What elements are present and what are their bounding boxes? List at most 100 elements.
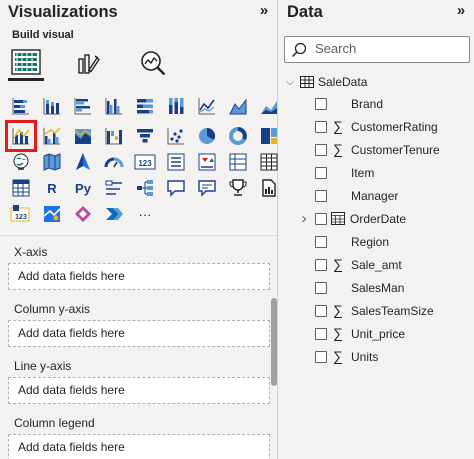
ribbon-chart-icon[interactable] xyxy=(71,124,95,148)
arcgis-map-icon[interactable] xyxy=(40,202,64,226)
metrics-card-icon[interactable]: 123 xyxy=(9,202,33,226)
power-apps-icon[interactable] xyxy=(71,202,95,226)
field-checkbox[interactable] xyxy=(315,121,327,133)
field-row-orderdate[interactable]: › OrderDate xyxy=(278,209,468,229)
well-label-x-axis: X-axis xyxy=(14,245,48,259)
field-checkbox[interactable] xyxy=(315,328,327,340)
format-visual-icon[interactable] xyxy=(70,45,106,81)
line-and-clustered-column-chart-icon[interactable] xyxy=(40,124,64,148)
field-checkbox[interactable] xyxy=(315,144,327,156)
field-row-customerrating[interactable]: ∑ CustomerRating xyxy=(278,117,468,137)
more-visuals-icon[interactable]: ··· xyxy=(133,202,157,226)
column-y-axis-drop-zone[interactable]: Add data fields here xyxy=(8,320,270,347)
r-script-visual-icon[interactable]: R xyxy=(40,176,64,200)
sigma-icon: ∑ xyxy=(333,256,343,272)
field-row-units[interactable]: ∑ Units xyxy=(278,347,468,367)
donut-chart-icon[interactable] xyxy=(226,124,250,148)
search-icon xyxy=(291,42,307,58)
azure-map-icon[interactable] xyxy=(71,150,95,174)
field-row-manager[interactable]: Manager xyxy=(278,186,468,206)
build-visual-label: Build visual xyxy=(12,29,74,41)
field-checkbox[interactable] xyxy=(315,282,327,294)
decomposition-tree-icon[interactable] xyxy=(133,176,157,200)
python-visual-icon[interactable]: Py xyxy=(71,176,95,200)
analytics-icon[interactable] xyxy=(135,45,171,81)
well-label-column-legend: Column legend xyxy=(14,416,95,430)
collapse-data-pane-button[interactable]: » xyxy=(453,2,469,20)
slicer-icon[interactable] xyxy=(226,150,250,174)
field-name: SalesTeamSize xyxy=(351,304,434,318)
multi-row-card-icon[interactable] xyxy=(164,150,188,174)
data-pane: Data » Search ⌵ SaleData Brand ∑ CustomerR… xyxy=(278,0,474,459)
power-automate-icon[interactable] xyxy=(102,202,126,226)
field-checkbox[interactable] xyxy=(315,236,327,248)
clustered-bar-chart-icon[interactable] xyxy=(71,94,95,118)
field-name: SalesMan xyxy=(351,281,405,295)
calendar-hierarchy-icon xyxy=(331,212,345,225)
visual-mode-tabs xyxy=(8,45,272,83)
field-name: Manager xyxy=(351,189,399,203)
field-name: CustomerRating xyxy=(351,120,438,134)
column-legend-drop-zone[interactable]: Add data fields here xyxy=(8,434,270,459)
line-and-stacked-column-chart-icon[interactable] xyxy=(5,120,37,152)
field-row-salesteamsize[interactable]: ∑ SalesTeamSize xyxy=(278,301,468,321)
clustered-column-chart-icon[interactable] xyxy=(102,94,126,118)
field-row-salesman[interactable]: SalesMan xyxy=(278,278,468,298)
field-row-brand[interactable]: Brand xyxy=(278,94,468,114)
field-name: Item xyxy=(351,166,375,180)
gauge-icon[interactable] xyxy=(102,150,126,174)
100-stacked-bar-chart-icon[interactable] xyxy=(133,94,157,118)
field-checkbox[interactable] xyxy=(315,259,327,271)
field-name: Unit_price xyxy=(351,327,406,341)
scatter-chart-icon[interactable] xyxy=(164,124,188,148)
matrix-icon[interactable] xyxy=(9,176,33,200)
goals-trophy-icon[interactable] xyxy=(226,176,250,200)
field-row-region[interactable]: Region xyxy=(278,232,468,252)
field-name: Sale_amt xyxy=(351,258,402,272)
field-row-customertenure[interactable]: ∑ CustomerTenure xyxy=(278,140,468,160)
well-label-line-y-axis: Line y-axis xyxy=(14,359,72,373)
x-axis-drop-zone[interactable]: Add data fields here xyxy=(8,263,270,290)
collapse-visualizations-button[interactable]: » xyxy=(256,2,272,20)
field-checkbox[interactable] xyxy=(315,213,327,225)
key-influencers-icon[interactable] xyxy=(102,176,126,200)
field-checkbox[interactable] xyxy=(315,190,327,202)
sigma-icon: ∑ xyxy=(333,302,343,318)
line-y-axis-drop-zone[interactable]: Add data fields here xyxy=(8,377,270,404)
visualizations-title: Visualizations xyxy=(8,3,118,21)
pie-chart-icon[interactable] xyxy=(195,124,219,148)
area-chart-icon[interactable] xyxy=(226,94,250,118)
field-name: Brand xyxy=(351,97,384,111)
chevron-down-icon[interactable]: ⌵ xyxy=(284,72,296,92)
sigma-icon: ∑ xyxy=(333,348,343,364)
kpi-icon[interactable] xyxy=(195,150,219,174)
wells-scrollbar-thumb[interactable] xyxy=(271,298,277,386)
stacked-column-chart-icon[interactable] xyxy=(40,94,64,118)
data-pane-title: Data xyxy=(287,3,323,21)
field-name: OrderDate xyxy=(350,212,407,226)
well-label-column-y-axis: Column y-axis xyxy=(14,302,91,316)
filled-map-icon[interactable] xyxy=(40,150,64,174)
card-icon[interactable]: 123 xyxy=(133,150,157,174)
field-row-sale-amt[interactable]: ∑ Sale_amt xyxy=(278,255,468,275)
field-checkbox[interactable] xyxy=(315,167,327,179)
line-chart-icon[interactable] xyxy=(195,94,219,118)
field-checkbox[interactable] xyxy=(315,351,327,363)
field-checkbox[interactable] xyxy=(315,98,327,110)
table-icon xyxy=(300,76,314,88)
map-icon[interactable] xyxy=(9,150,33,174)
smart-narrative-icon[interactable] xyxy=(195,176,219,200)
build-visual-icon[interactable] xyxy=(8,45,44,81)
100-stacked-column-chart-icon[interactable] xyxy=(164,94,188,118)
funnel-chart-icon[interactable] xyxy=(133,124,157,148)
stacked-bar-chart-icon[interactable] xyxy=(9,94,33,118)
field-checkbox[interactable] xyxy=(315,305,327,317)
data-search-input[interactable]: Search xyxy=(284,36,470,63)
waterfall-chart-icon[interactable] xyxy=(102,124,126,148)
table-saledata[interactable]: ⌵ SaleData xyxy=(282,72,468,92)
field-row-item[interactable]: Item xyxy=(278,163,468,183)
qna-icon[interactable] xyxy=(164,176,188,200)
svg-text:123: 123 xyxy=(138,159,152,168)
field-row-unit-price[interactable]: ∑ Unit_price xyxy=(278,324,468,344)
chevron-right-icon[interactable]: › xyxy=(298,209,310,229)
